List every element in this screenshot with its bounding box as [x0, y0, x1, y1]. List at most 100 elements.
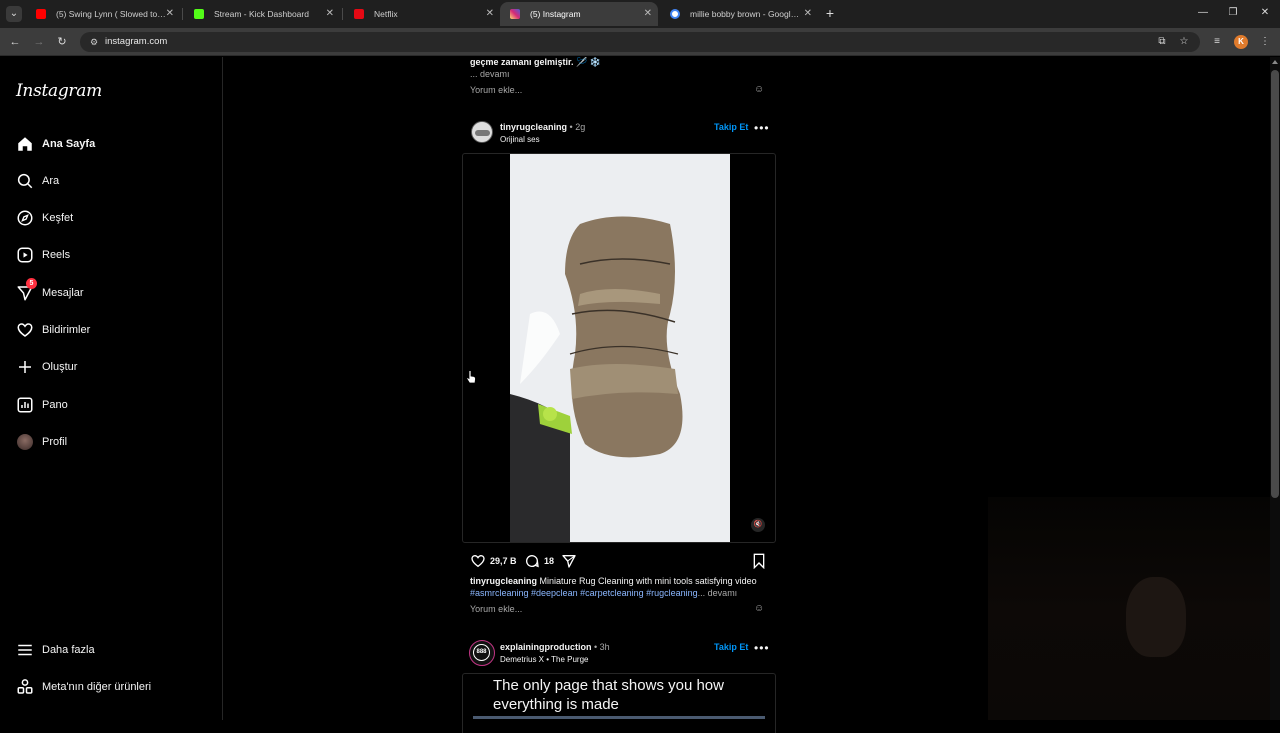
- sidebar: Instagram Ana Sayfa Ara Keşfet Reels 5 M…: [0, 57, 223, 720]
- like-heart-icon[interactable]: [470, 553, 486, 569]
- sidebar-item-home[interactable]: Ana Sayfa: [12, 129, 212, 159]
- instagram-page: Instagram Ana Sayfa Ara Keşfet Reels 5 M…: [0, 57, 1270, 733]
- sidebar-item-more[interactable]: Daha fazla: [12, 635, 212, 665]
- sidebar-item-notifications[interactable]: Bildirimler: [12, 315, 212, 345]
- tab-google[interactable]: millie bobby brown - Google'da Ara ✕: [660, 2, 818, 26]
- tab-title: (5) Instagram: [530, 9, 581, 19]
- sidebar-item-search[interactable]: Ara: [12, 166, 212, 196]
- tab-youtube[interactable]: (5) Swing Lynn ( Slowed to Perfection ) …: [26, 2, 180, 26]
- tab-kick[interactable]: Stream - Kick Dashboard ✕: [184, 2, 340, 26]
- comment-icon[interactable]: [524, 553, 540, 569]
- sidebar-item-messages[interactable]: 5 Mesajlar: [12, 278, 212, 308]
- close-window-icon[interactable]: ✕: [1258, 6, 1272, 20]
- compass-icon: [17, 210, 33, 226]
- prev-post-more-link[interactable]: ... devamı: [470, 69, 510, 79]
- webcam-overlay: [988, 497, 1270, 720]
- follow-button[interactable]: Takip Et: [714, 122, 748, 132]
- sidebar-item-label: Pano: [42, 399, 68, 411]
- comment-count[interactable]: 18: [544, 556, 554, 566]
- forward-icon[interactable]: →: [32, 35, 46, 49]
- post-time: 2g: [575, 122, 586, 132]
- sidebar-item-create[interactable]: Oluştur: [12, 352, 212, 382]
- sidebar-item-label: Meta'nın diğer ürünleri: [42, 681, 152, 693]
- close-icon[interactable]: ✕: [804, 2, 812, 26]
- back-icon[interactable]: ←: [8, 35, 22, 49]
- next-post-audio[interactable]: Demetrius X • The Purge: [500, 655, 588, 664]
- tab-netflix[interactable]: Netflix ✕: [344, 2, 500, 26]
- hand-cursor-icon: [466, 370, 476, 384]
- sidebar-item-meta[interactable]: Meta'nın diğer ürünleri: [12, 672, 212, 702]
- sidebar-item-label: Ara: [42, 175, 60, 187]
- next-follow-button[interactable]: Takip Et: [714, 642, 748, 652]
- like-count[interactable]: 29,7 B: [490, 556, 517, 566]
- save-bookmark-icon[interactable]: [752, 553, 766, 569]
- tab-title: Netflix: [374, 9, 398, 19]
- site-info-icon[interactable]: ⚙: [88, 36, 100, 48]
- sidebar-item-label: Ana Sayfa: [42, 138, 96, 150]
- dashboard-icon: [17, 397, 33, 413]
- plus-icon: [19, 361, 31, 373]
- post-username[interactable]: tinyrugcleaning: [500, 122, 567, 132]
- tab-instagram[interactable]: (5) Instagram ✕: [500, 2, 658, 26]
- profile-avatar: [17, 434, 33, 450]
- sidebar-item-reels[interactable]: Reels: [12, 240, 212, 270]
- sidebar-item-profile[interactable]: Profil: [12, 427, 212, 457]
- post-author-avatar[interactable]: [471, 121, 493, 143]
- restore-icon[interactable]: ❐: [1226, 6, 1240, 20]
- emoji-icon[interactable]: ☺: [754, 84, 764, 95]
- scrollbar-thumb[interactable]: [1271, 70, 1279, 498]
- next-post-video[interactable]: The only page that shows you how everyth…: [462, 673, 776, 733]
- menu-kebab-icon[interactable]: ⋮: [1258, 35, 1272, 49]
- hamburger-menu-icon: [18, 644, 32, 656]
- browser-toolbar: ← → ↻ ⚙ instagram.com ⧉ ☆ ≡ K ⋮: [0, 28, 1280, 56]
- next-post-time: 3h: [599, 642, 610, 652]
- sidebar-item-label: Bildirimler: [42, 324, 91, 336]
- caption-more-link[interactable]: ... devamı: [698, 588, 738, 598]
- address-bar[interactable]: ⚙ instagram.com: [80, 32, 1200, 52]
- sidebar-item-label: Reels: [42, 249, 71, 261]
- more-options-icon[interactable]: •••: [754, 121, 770, 135]
- caption-text: Miniature Rug Cleaning with mini tools s…: [539, 576, 757, 586]
- reading-list-icon[interactable]: ≡: [1210, 35, 1224, 49]
- url-text[interactable]: instagram.com: [105, 32, 167, 52]
- tab-title: millie bobby brown - Google'da Ara: [690, 9, 802, 19]
- mute-icon[interactable]: 🔇: [751, 518, 765, 532]
- netflix-icon: [354, 9, 364, 19]
- kick-icon: [194, 9, 204, 19]
- next-post-author-avatar[interactable]: 888: [469, 640, 495, 666]
- caption-username[interactable]: tinyrugcleaning: [470, 576, 537, 586]
- post-caption: tinyrugcleaning Miniature Rug Cleaning w…: [470, 576, 770, 586]
- next-post-username[interactable]: explainingproduction: [500, 642, 592, 652]
- share-icon[interactable]: [561, 553, 577, 569]
- close-icon[interactable]: ✕: [326, 2, 334, 26]
- sidebar-item-label: Keşfet: [42, 212, 74, 224]
- post-video-container[interactable]: 🔇: [462, 153, 776, 543]
- close-icon[interactable]: ✕: [486, 2, 494, 26]
- hashtags[interactable]: #asmrcleaning #deepclean #carpetcleaning…: [470, 588, 698, 598]
- minimize-icon[interactable]: —: [1196, 6, 1210, 20]
- prev-post-comment-input[interactable]: Yorum ekle...: [470, 85, 522, 95]
- emoji-icon[interactable]: ☺: [754, 603, 764, 614]
- post-video[interactable]: [510, 154, 730, 542]
- post-audio[interactable]: Orijinal ses: [500, 135, 540, 144]
- next-more-options-icon[interactable]: •••: [754, 641, 770, 655]
- sidebar-item-dashboard[interactable]: Pano: [12, 390, 212, 420]
- bookmark-star-icon[interactable]: ☆: [1177, 35, 1191, 49]
- install-app-icon[interactable]: ⧉: [1155, 35, 1169, 49]
- close-icon[interactable]: ✕: [166, 2, 174, 26]
- close-icon[interactable]: ✕: [644, 2, 652, 26]
- tab-search-button[interactable]: ⌄: [6, 6, 22, 22]
- streamer-face: [1126, 577, 1186, 657]
- instagram-logo[interactable]: Instagram: [16, 81, 102, 101]
- new-tab-button[interactable]: +: [822, 5, 838, 21]
- notification-badge: 5: [26, 278, 37, 289]
- sidebar-item-label: Oluştur: [42, 361, 78, 373]
- comment-input[interactable]: Yorum ekle...: [470, 604, 522, 614]
- scroll-up-arrow-icon[interactable]: [1272, 60, 1278, 64]
- reload-icon[interactable]: ↻: [55, 35, 69, 49]
- sidebar-item-label: Profil: [42, 436, 68, 448]
- profile-avatar[interactable]: K: [1234, 35, 1248, 49]
- post-hashtags-line: #asmrcleaning #deepclean #carpetcleaning…: [470, 588, 780, 598]
- sidebar-item-explore[interactable]: Keşfet: [12, 203, 212, 233]
- video-frame-rug: [510, 154, 730, 542]
